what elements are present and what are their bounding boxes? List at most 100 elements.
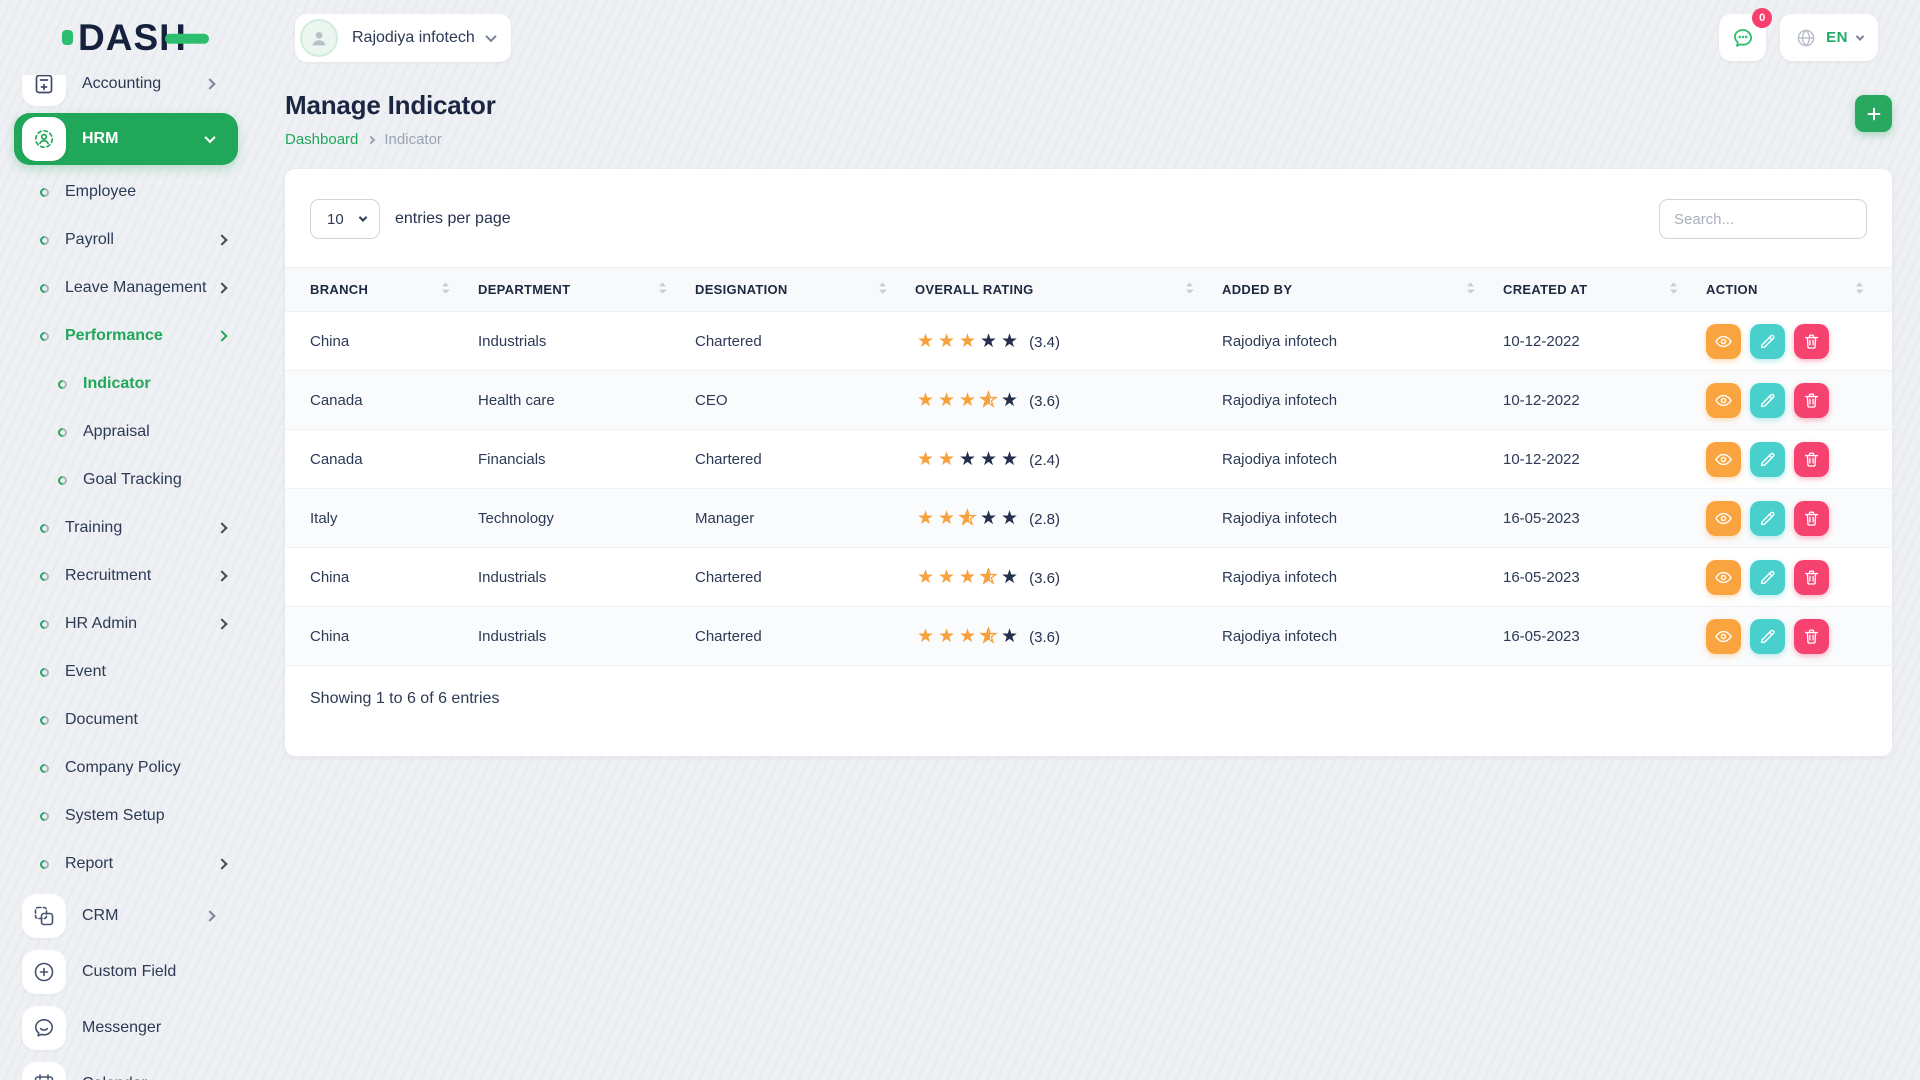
sidebar-item-company-policy[interactable]: Company Policy <box>0 744 252 792</box>
cell-designation: Manager <box>695 489 915 548</box>
eye-icon <box>1714 391 1733 410</box>
cell-actions <box>1706 548 1892 607</box>
delete-button[interactable] <box>1794 619 1829 654</box>
add-indicator-button[interactable] <box>1855 95 1892 132</box>
sidebar-item-leave-management[interactable]: Leave Management <box>0 264 252 312</box>
delete-button[interactable] <box>1794 383 1829 418</box>
bullet-icon <box>38 570 51 583</box>
pencil-icon <box>1758 332 1777 351</box>
sidebar-item-crm[interactable]: CRM <box>14 888 238 944</box>
star-full-icon: ★ <box>936 332 957 351</box>
view-button[interactable] <box>1706 501 1741 536</box>
view-button[interactable] <box>1706 324 1741 359</box>
star-full-icon: ★ <box>957 391 978 410</box>
view-button[interactable] <box>1706 442 1741 477</box>
sidebar-item-appraisal[interactable]: Appraisal <box>0 408 252 456</box>
star-rating: ★★★★★★ <box>915 568 1020 587</box>
bullet-icon <box>38 234 51 247</box>
sidebar-item-messenger[interactable]: Messenger <box>14 1000 238 1056</box>
pencil-icon <box>1758 627 1777 646</box>
sidebar-item-hrm[interactable]: HRM <box>14 113 238 165</box>
sidebar-item-document[interactable]: Document <box>0 696 252 744</box>
sidebar-item-event[interactable]: Event <box>0 648 252 696</box>
cell-designation: CEO <box>695 371 915 430</box>
delete-button[interactable] <box>1794 560 1829 595</box>
calendar-icon <box>22 1062 66 1080</box>
chevron-right-icon <box>204 910 215 921</box>
company-avatar <box>300 19 338 57</box>
view-button[interactable] <box>1706 560 1741 595</box>
table-row: China Industrials Chartered ★★★★★★ (3.6)… <box>285 607 1892 666</box>
sidebar-item-goal-tracking[interactable]: Goal Tracking <box>0 456 252 504</box>
column-header-action[interactable]: ACTION <box>1706 268 1892 312</box>
star-full-icon: ★ <box>936 568 957 587</box>
pencil-icon <box>1758 391 1777 410</box>
bullet-icon <box>38 618 51 631</box>
column-header-designation[interactable]: DESIGNATION <box>695 268 915 312</box>
bullet-icon <box>38 858 51 871</box>
entries-per-page-select[interactable]: 10 <box>310 199 380 239</box>
sidebar-item-payroll[interactable]: Payroll <box>0 216 252 264</box>
cell-added-by: Rajodiya infotech <box>1222 371 1503 430</box>
sidebar-item-training[interactable]: Training <box>0 504 252 552</box>
cell-department: Industrials <box>478 548 695 607</box>
sidebar-item-performance[interactable]: Performance <box>0 312 252 360</box>
edit-button[interactable] <box>1750 560 1785 595</box>
edit-button[interactable] <box>1750 501 1785 536</box>
column-header-created-at[interactable]: CREATED AT <box>1503 268 1706 312</box>
sidebar-item-accounting[interactable]: Accounting <box>14 75 238 110</box>
breadcrumb-dashboard-link[interactable]: Dashboard <box>285 131 358 148</box>
column-header-department[interactable]: DEPARTMENT <box>478 268 695 312</box>
table-row: China Industrials Chartered ★★★★★★ (3.6)… <box>285 548 1892 607</box>
cell-actions <box>1706 607 1892 666</box>
delete-button[interactable] <box>1794 501 1829 536</box>
sidebar-item-system-setup[interactable]: System Setup <box>0 792 252 840</box>
table-header-row: BRANCH DEPARTMENT DESIGNATION OVERALL RA… <box>285 268 1892 312</box>
messenger-button[interactable]: 0 <box>1719 14 1766 61</box>
star-full-icon: ★ <box>936 509 957 528</box>
edit-button[interactable] <box>1750 619 1785 654</box>
table-row: Canada Financials Chartered ★★★★★ (2.4) … <box>285 430 1892 489</box>
delete-button[interactable] <box>1794 324 1829 359</box>
logo-accent-dash <box>165 33 209 43</box>
search-input[interactable] <box>1659 199 1867 239</box>
rating-value: (2.4) <box>1029 452 1060 469</box>
edit-button[interactable] <box>1750 324 1785 359</box>
messenger-icon <box>22 1006 66 1050</box>
cell-branch: China <box>285 312 478 371</box>
language-selector[interactable]: EN <box>1780 14 1878 61</box>
sidebar-item-indicator[interactable]: Indicator <box>0 360 252 408</box>
breadcrumb: Dashboard Indicator <box>285 131 496 148</box>
cell-actions <box>1706 489 1892 548</box>
sidebar-item-report[interactable]: Report <box>0 840 252 888</box>
sidebar-item-employee[interactable]: Employee <box>0 168 252 216</box>
sidebar-item-custom-field[interactable]: Custom Field <box>14 944 238 1000</box>
edit-button[interactable] <box>1750 442 1785 477</box>
edit-button[interactable] <box>1750 383 1785 418</box>
eye-icon <box>1714 450 1733 469</box>
cell-branch: Canada <box>285 371 478 430</box>
view-button[interactable] <box>1706 383 1741 418</box>
eye-icon <box>1714 627 1733 646</box>
logo-accent-dot <box>62 30 73 45</box>
sidebar-item-hr-admin[interactable]: HR Admin <box>0 600 252 648</box>
bullet-icon <box>38 666 51 679</box>
language-code: EN <box>1826 29 1848 46</box>
column-header-overall-rating[interactable]: OVERALL RATING <box>915 268 1222 312</box>
star-empty-icon: ★ <box>978 332 999 351</box>
chevron-down-icon <box>359 213 367 221</box>
column-header-added-by[interactable]: ADDED BY <box>1222 268 1503 312</box>
star-empty-icon: ★ <box>978 450 999 469</box>
table-row: Italy Technology Manager ★★★★★★ (2.8) Ra… <box>285 489 1892 548</box>
view-button[interactable] <box>1706 619 1741 654</box>
delete-button[interactable] <box>1794 442 1829 477</box>
sidebar-item-calendar[interactable]: Calendar <box>14 1056 238 1080</box>
entries-per-page-label: entries per page <box>395 210 511 228</box>
column-header-branch[interactable]: BRANCH <box>285 268 478 312</box>
company-selector[interactable]: Rajodiya infotech <box>295 14 511 62</box>
trash-icon <box>1802 509 1821 528</box>
cell-overall-rating: ★★★★★★ (3.6) <box>915 607 1222 666</box>
app-logo[interactable]: DASH <box>62 19 187 56</box>
sort-icon <box>441 281 450 298</box>
sidebar-item-recruitment[interactable]: Recruitment <box>0 552 252 600</box>
